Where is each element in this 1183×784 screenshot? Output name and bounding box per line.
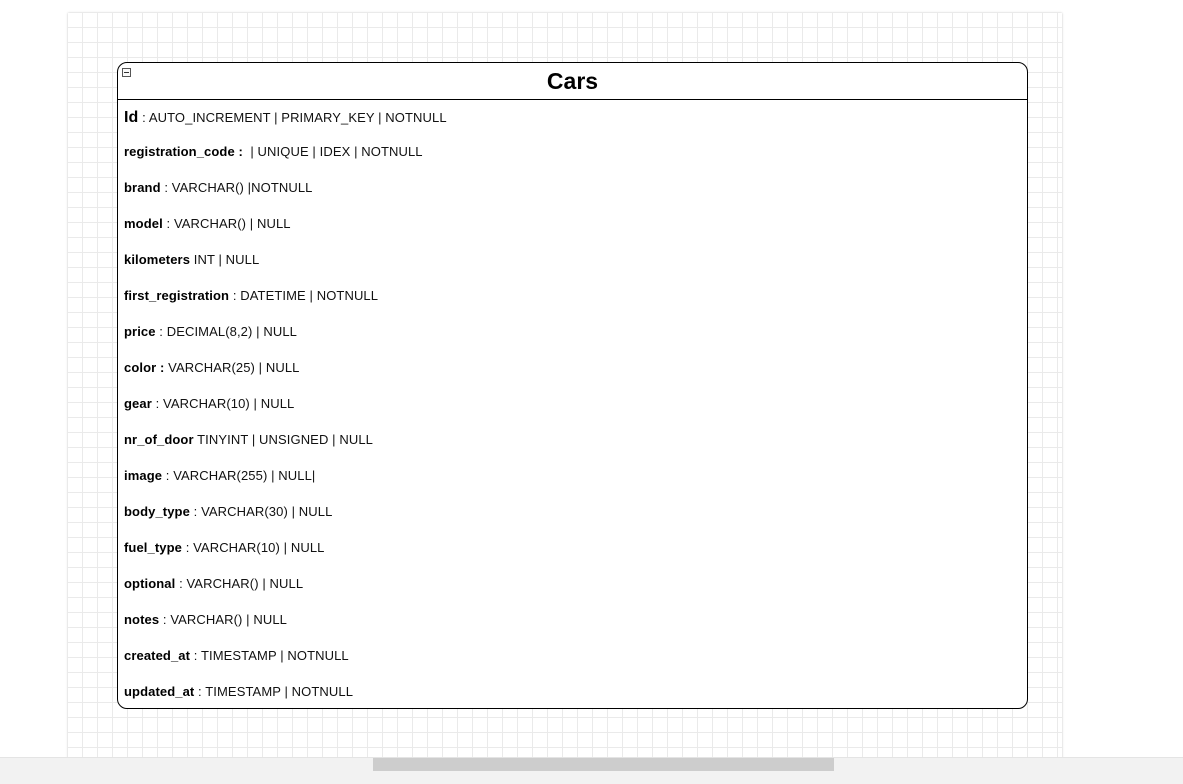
field-name: color :: [124, 360, 165, 375]
field-name: image: [124, 468, 163, 483]
field-separator: :: [162, 468, 174, 483]
field-spec: DECIMAL(8,2) | NULL: [166, 324, 297, 339]
field-spec: INT | NULL: [193, 252, 260, 267]
field-row[interactable]: body_type : VARCHAR(30) | NULL: [124, 504, 332, 519]
field-separator: :: [138, 110, 149, 125]
field-spec: VARCHAR(255) | NULL|: [173, 468, 316, 483]
field-separator: :: [189, 504, 202, 519]
field-spec: VARCHAR(10) | NULL: [163, 396, 295, 411]
field-row[interactable]: created_at : TIMESTAMP | NOTNULL: [124, 648, 349, 663]
field-name: brand: [124, 180, 161, 195]
field-row[interactable]: optional : VARCHAR() | NULL: [124, 576, 303, 591]
field-row[interactable]: first_registration : DATETIME | NOTNULL: [124, 288, 378, 303]
field-row[interactable]: color : VARCHAR(25) | NULL: [124, 360, 300, 375]
field-spec: VARCHAR() |NOTNULL: [171, 180, 313, 195]
field-name: model: [124, 216, 163, 231]
field-spec: DATETIME | NOTNULL: [240, 288, 379, 303]
field-spec: VARCHAR() | NULL: [186, 576, 304, 591]
field-spec: TINYINT | UNSIGNED | NULL: [197, 432, 373, 447]
field-separator: :: [151, 396, 164, 411]
field-name: optional: [124, 576, 176, 591]
field-name: kilometers: [124, 252, 191, 267]
field-spec: AUTO_INCREMENT | PRIMARY_KEY | NOTNULL: [148, 110, 447, 125]
field-spec: TIMESTAMP | NOTNULL: [200, 648, 349, 663]
field-row[interactable]: fuel_type : VARCHAR(10) | NULL: [124, 540, 324, 555]
field-separator: :: [194, 684, 206, 699]
collapse-icon[interactable]: [122, 68, 131, 77]
field-separator: :: [162, 216, 174, 231]
field-row[interactable]: image : VARCHAR(255) | NULL|: [124, 468, 315, 483]
field-separator: :: [160, 180, 172, 195]
field-name: gear: [124, 396, 152, 411]
field-name: Id: [124, 109, 139, 126]
field-row[interactable]: nr_of_door TINYINT | UNSIGNED | NULL: [124, 432, 373, 447]
field-spec: VARCHAR(25) | NULL: [168, 360, 300, 375]
cars-table-shape[interactable]: Cars Id : AUTO_INCREMENT | PRIMARY_KEY |…: [117, 62, 1028, 709]
horizontal-scrollbar[interactable]: [0, 757, 1183, 772]
field-spec: VARCHAR(30) | NULL: [201, 504, 333, 519]
field-spec: VARCHAR(10) | NULL: [193, 540, 325, 555]
field-row[interactable]: updated_at : TIMESTAMP | NOTNULL: [124, 684, 353, 699]
field-separator: :: [181, 540, 194, 555]
field-separator: :: [155, 324, 167, 339]
field-name: notes: [124, 612, 160, 627]
table-header[interactable]: Cars: [118, 63, 1027, 100]
field-spec: VARCHAR() | NULL: [170, 612, 288, 627]
field-spec: VARCHAR() | NULL: [173, 216, 291, 231]
field-row[interactable]: notes : VARCHAR() | NULL: [124, 612, 287, 627]
field-name: first_registration: [124, 288, 230, 303]
field-row[interactable]: Id : AUTO_INCREMENT | PRIMARY_KEY | NOTN…: [124, 109, 447, 127]
field-name: created_at: [124, 648, 191, 663]
field-name: fuel_type: [124, 540, 182, 555]
field-name: registration_code :: [124, 144, 243, 159]
field-row[interactable]: price : DECIMAL(8,2) | NULL: [124, 324, 297, 339]
field-row[interactable]: registration_code : | UNIQUE | IDEX | NO…: [124, 144, 423, 159]
bottom-strip: [0, 771, 1183, 784]
field-row[interactable]: model : VARCHAR() | NULL: [124, 216, 291, 231]
diagram-canvas[interactable]: Cars Id : AUTO_INCREMENT | PRIMARY_KEY |…: [0, 0, 1183, 773]
field-separator: :: [159, 612, 171, 627]
field-name: updated_at: [124, 684, 195, 699]
field-spec: TIMESTAMP | NOTNULL: [205, 684, 354, 699]
field-row[interactable]: gear : VARCHAR(10) | NULL: [124, 396, 294, 411]
field-name: body_type: [124, 504, 190, 519]
field-row[interactable]: brand : VARCHAR() |NOTNULL: [124, 180, 313, 195]
horizontal-scrollbar-thumb[interactable]: [373, 758, 834, 772]
field-separator: :: [229, 288, 241, 303]
field-spec: | UNIQUE | IDEX | NOTNULL: [246, 144, 423, 159]
field-name: nr_of_door: [124, 432, 194, 447]
field-row[interactable]: kilometers INT | NULL: [124, 252, 259, 267]
field-separator: :: [175, 576, 187, 591]
field-separator: :: [190, 648, 201, 663]
table-title: Cars: [546, 67, 599, 94]
field-name: price: [124, 324, 156, 339]
